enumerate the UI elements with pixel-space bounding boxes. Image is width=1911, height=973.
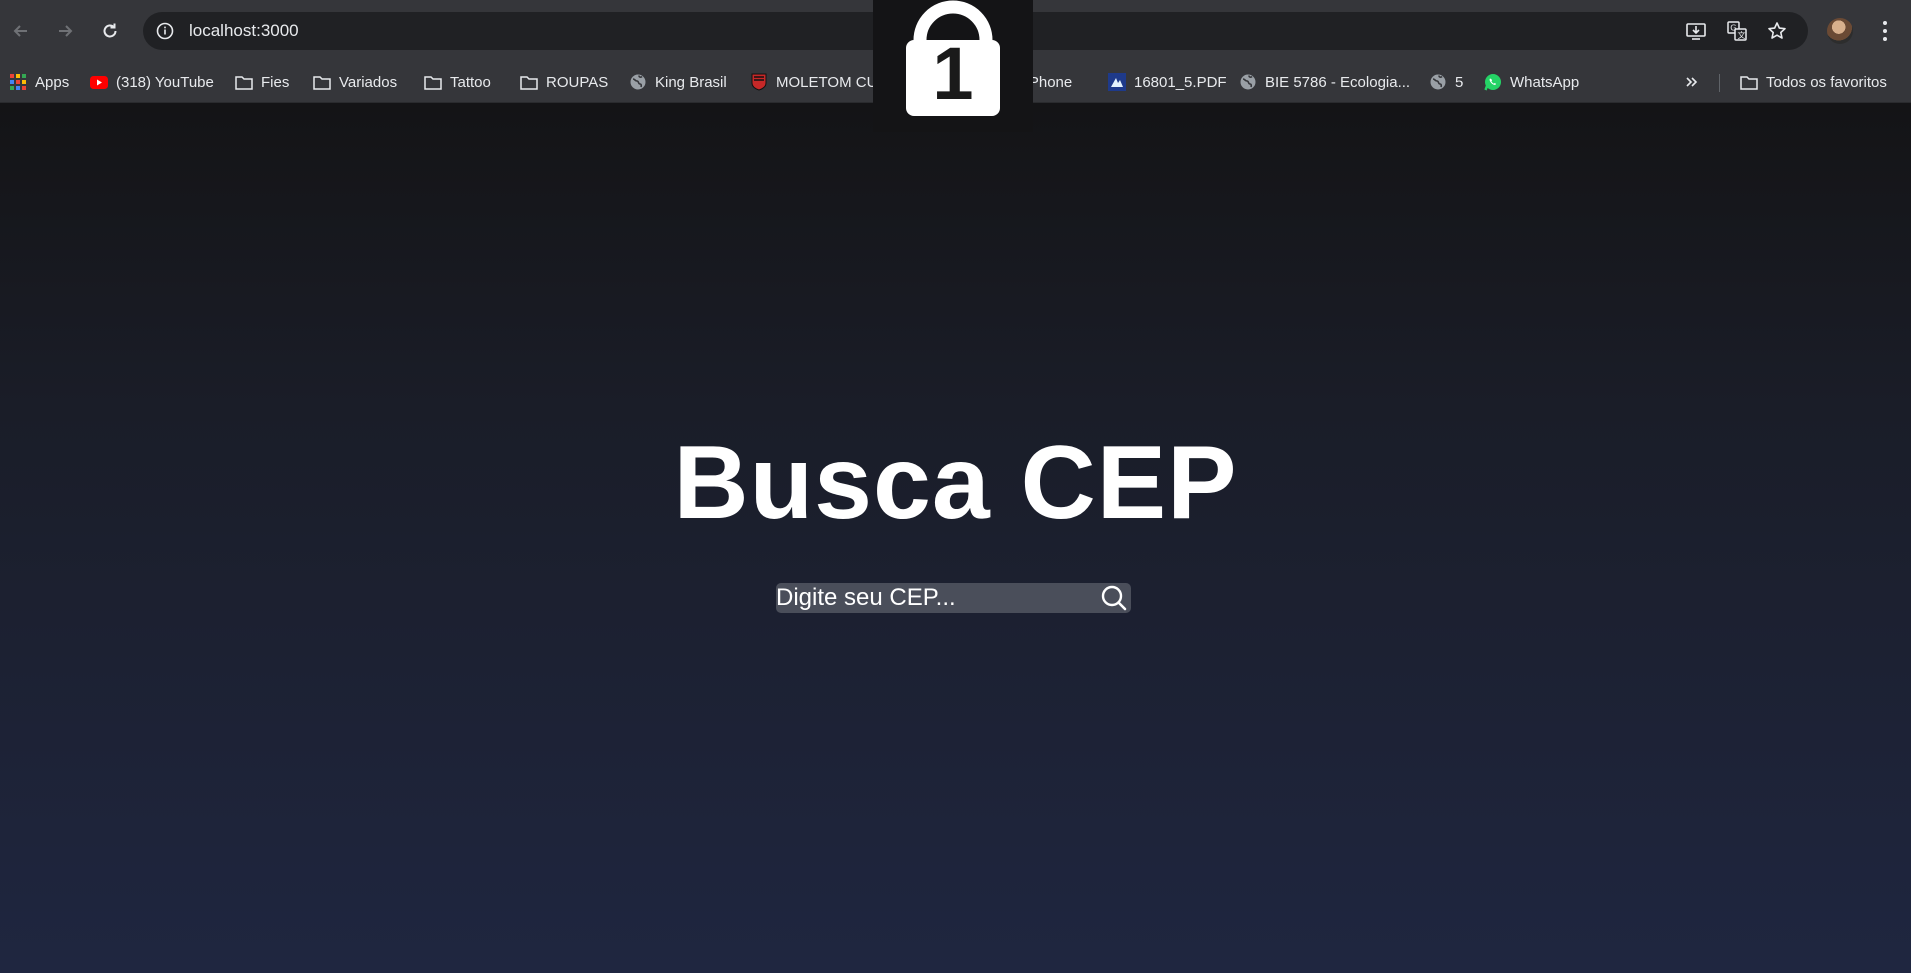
globe-icon [1429, 73, 1447, 91]
crest-icon [750, 73, 768, 91]
bookmark-folder-roupas[interactable]: ROUPAS [520, 70, 608, 94]
bookmark-label: WhatsApp [1510, 73, 1580, 91]
page-body: Busca CEP [0, 103, 1911, 973]
profile-avatar[interactable] [1827, 18, 1853, 44]
bookmark-bie-ecologia[interactable]: BIE 5786 - Ecologia... [1239, 70, 1410, 94]
bookmark-label: (318) YouTube [116, 73, 214, 91]
cep-search-box [776, 583, 1131, 613]
cep-search-input[interactable] [776, 583, 1096, 613]
lock-number: 1 [932, 32, 974, 115]
folder-icon [313, 73, 331, 91]
more-bookmarks-button[interactable] [1683, 70, 1709, 94]
bookmark-label: ROUPAS [546, 73, 609, 91]
reload-button[interactable] [93, 14, 127, 48]
bookmark-star-icon[interactable] [1765, 19, 1789, 43]
bookmark-folder-tattoo[interactable]: Tattoo [424, 70, 491, 94]
bookmark-label: Tattoo [450, 73, 491, 91]
globe-icon [629, 73, 647, 91]
bookmark-label: 16801_5.PDF [1134, 73, 1227, 91]
whatsapp-icon [1484, 73, 1502, 91]
pdf-icon [1108, 73, 1126, 91]
search-button[interactable] [1099, 584, 1129, 612]
bookmark-king-brasil[interactable]: King Brasil [629, 70, 727, 94]
reload-icon [103, 23, 117, 38]
apps-grid-icon [9, 73, 27, 91]
svg-text:文: 文 [1738, 30, 1746, 40]
forward-button[interactable] [48, 14, 82, 48]
bookmarks-divider [1719, 74, 1720, 92]
all-bookmarks-folder[interactable]: Todos os favoritos [1740, 70, 1887, 94]
bookmark-apps[interactable]: Apps [9, 70, 69, 94]
forward-arrow-icon [59, 25, 73, 37]
back-arrow-icon [13, 25, 27, 37]
folder-icon [235, 73, 253, 91]
youtube-icon [90, 73, 108, 91]
bookmark-label: Todos os favoritos [1766, 73, 1887, 91]
install-app-icon[interactable] [1684, 19, 1708, 43]
double-chevron-icon [1683, 73, 1701, 91]
bookmark-whatsapp[interactable]: WhatsApp [1484, 70, 1579, 94]
url-text[interactable]: localhost:3000 [189, 21, 299, 41]
bookmark-5[interactable]: 5 [1429, 70, 1463, 94]
bookmark-label: Fies [261, 73, 290, 91]
bookmark-label: BIE 5786 - Ecologia... [1265, 73, 1411, 91]
folder-icon [1740, 73, 1758, 91]
bookmark-folder-variados[interactable]: Variados [313, 70, 397, 94]
svg-text:G: G [1730, 24, 1736, 33]
bookmark-pdf[interactable]: 16801_5.PDF [1108, 70, 1227, 94]
globe-icon [1239, 73, 1257, 91]
bookmark-label: Apps [35, 73, 70, 91]
bookmark-label: King Brasil [655, 73, 727, 91]
folder-icon [520, 73, 538, 91]
bookmark-youtube[interactable]: (318) YouTube [90, 70, 214, 94]
bookmark-label: 5 [1455, 73, 1464, 91]
back-button[interactable] [4, 14, 38, 48]
search-icon [1101, 585, 1127, 611]
bookmark-label: Variados [339, 73, 398, 91]
lock-overlay: 1 [873, 0, 1033, 132]
translate-icon[interactable]: G文 [1725, 19, 1749, 43]
bookmark-folder-fies[interactable]: Fies [235, 70, 289, 94]
page-title: Busca CEP [673, 425, 1238, 541]
site-info-icon[interactable] [153, 19, 177, 43]
folder-icon [424, 73, 442, 91]
browser-menu-icon[interactable] [1873, 16, 1897, 46]
